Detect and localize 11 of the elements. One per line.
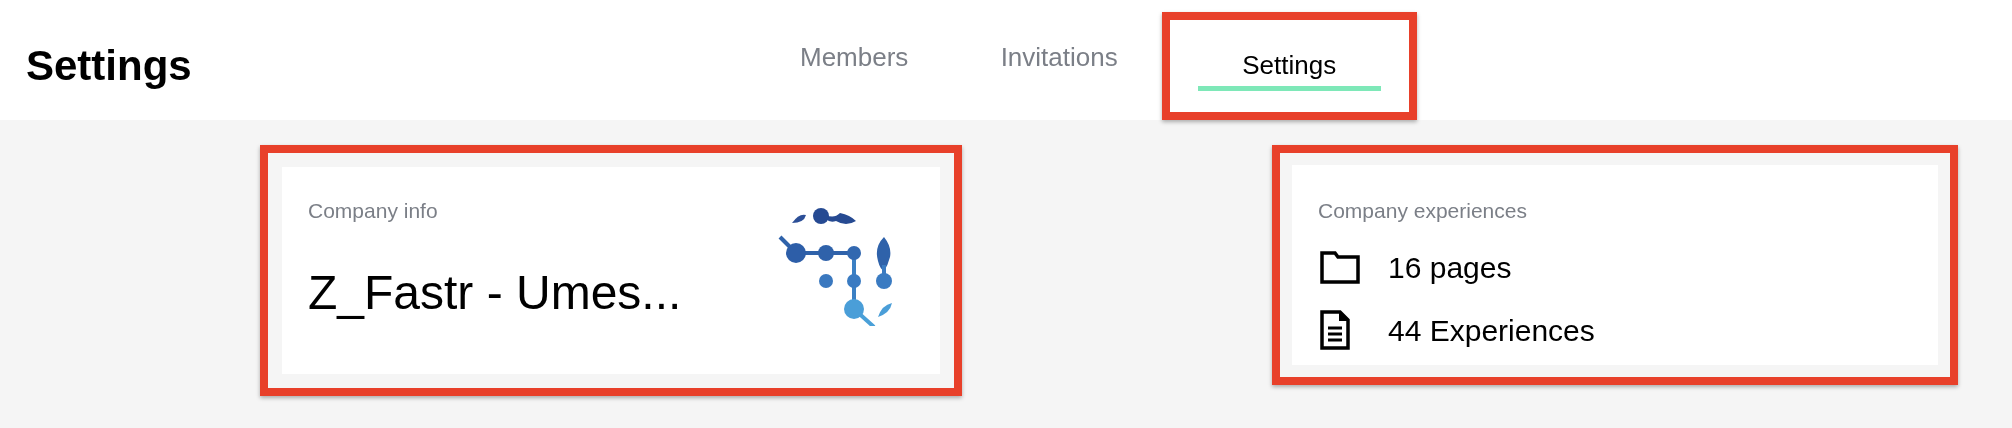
card-label: Company info xyxy=(308,198,439,224)
tab[interactable]: Members xyxy=(751,12,957,104)
card-label: Company experiences xyxy=(1318,198,1528,224)
stat-text: 16 pages xyxy=(1388,249,1512,286)
tab[interactable]: Settings xyxy=(1169,20,1409,112)
page-title: Settings xyxy=(26,41,192,91)
tab[interactable]: Invitations xyxy=(956,12,1162,104)
document-icon xyxy=(1320,310,1350,350)
folder-icon xyxy=(1320,250,1360,284)
stat-text: 44 Experiences xyxy=(1388,312,1595,349)
company-name: Z_Fastr - Umes... xyxy=(308,264,682,321)
